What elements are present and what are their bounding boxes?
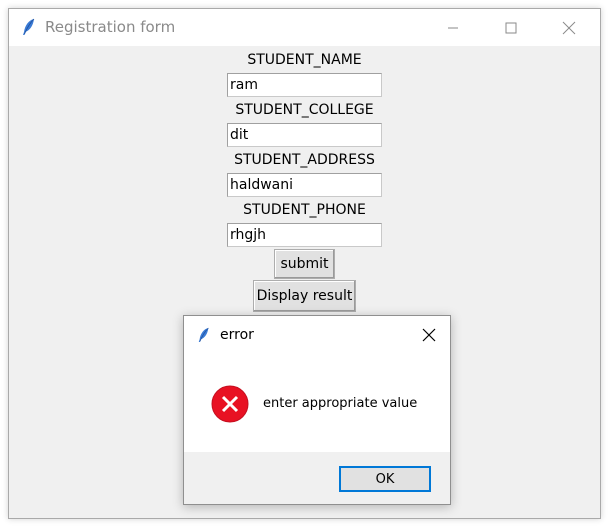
dialog-body: enter appropriate value [184,354,450,452]
student-college-label: STUDENT_COLLEGE [235,102,374,118]
dialog-titlebar[interactable]: error [184,316,450,354]
error-dialog: error enter appropriate value OK [183,315,451,505]
close-icon [422,328,436,342]
close-button[interactable] [540,9,598,46]
close-icon [562,21,576,34]
feather-icon [198,327,209,342]
minimize-button[interactable] [424,9,482,46]
ok-button[interactable]: OK [339,466,431,492]
student-address-input[interactable] [227,173,382,197]
student-name-label: STUDENT_NAME [247,52,362,68]
student-phone-label: STUDENT_PHONE [243,202,366,218]
dialog-message: enter appropriate value [263,396,418,411]
minimize-icon [448,27,458,28]
feather-icon [23,18,35,35]
dialog-title: error [220,327,254,343]
maximize-button[interactable] [482,9,540,46]
submit-button[interactable]: submit [274,249,335,279]
window-titlebar[interactable]: Registration form [9,9,600,46]
student-phone-input[interactable] [227,223,382,247]
maximize-icon [505,22,517,33]
student-college-input[interactable] [227,123,382,147]
window-title: Registration form [45,18,176,36]
student-name-input[interactable] [227,73,382,97]
error-icon [211,385,249,423]
dialog-close-button[interactable] [414,321,444,349]
display-result-button[interactable]: Display result [253,280,356,312]
student-address-label: STUDENT_ADDRESS [234,152,375,168]
dialog-footer: OK [184,452,450,504]
